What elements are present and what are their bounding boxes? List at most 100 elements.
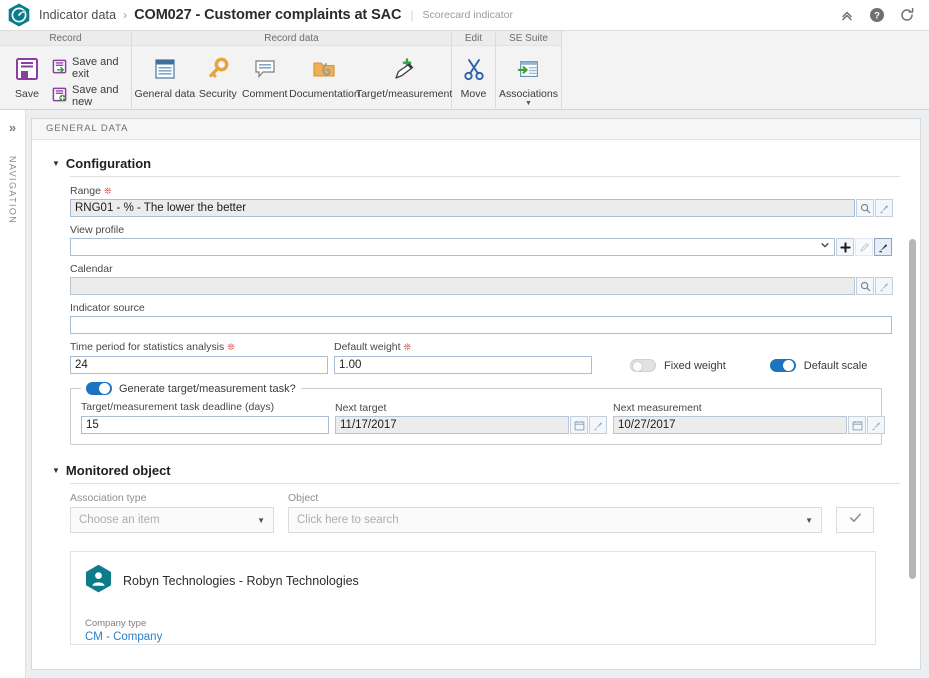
page-subtitle: Scorecard indicator — [422, 9, 513, 21]
save-and-new-label: Save and new — [72, 84, 119, 108]
next-target-input-row — [335, 416, 607, 434]
associations-window-icon — [516, 52, 542, 86]
fixed-weight-toggle[interactable] — [630, 359, 656, 372]
next-measurement-clear-button[interactable] — [867, 416, 885, 434]
indicator-source-label-row: Indicator source — [70, 302, 900, 314]
generate-task-label: Generate target/measurement task? — [119, 382, 296, 395]
calendar-label-row: Calendar — [70, 263, 900, 275]
range-search-button[interactable] — [856, 199, 874, 217]
section-collapse-caret-icon[interactable]: ▼ — [52, 159, 60, 169]
time-period-field-group: Time period for statistics analysis ❊ — [70, 341, 328, 374]
collapse-ribbon-icon[interactable] — [839, 7, 855, 23]
configuration-fields: Range ❊ V — [52, 185, 900, 445]
view-profile-add-button[interactable] — [836, 238, 854, 256]
check-icon — [848, 510, 863, 530]
calendar-search-button[interactable] — [856, 277, 874, 295]
confirm-association-button[interactable] — [836, 507, 874, 533]
next-target-input[interactable] — [335, 416, 569, 434]
fixed-weight-toggle-row: Fixed weight — [630, 359, 726, 372]
associations-button[interactable]: Associations ▼ — [497, 50, 561, 107]
panel-tab-bar: GENERAL DATA — [32, 119, 920, 140]
next-target-label-row: Next target — [335, 402, 607, 414]
view-profile-input-row — [70, 238, 900, 256]
fixed-weight-toggle-knob — [632, 361, 643, 372]
next-target-calendar-button[interactable] — [570, 416, 588, 434]
top-header-bar: Indicator data › COM027 - Customer compl… — [0, 0, 929, 31]
object-label: Object — [288, 492, 319, 504]
refresh-icon[interactable] — [899, 7, 915, 23]
calendar-input[interactable] — [70, 277, 855, 295]
default-scale-toggle-row: Default scale — [769, 359, 867, 372]
general-data-button[interactable]: General data — [134, 50, 196, 100]
indicator-source-input[interactable] — [70, 316, 892, 334]
next-measurement-calendar-button[interactable] — [848, 416, 866, 434]
target-measurement-label: Target/measurement — [355, 88, 453, 100]
chevron-down-icon[interactable]: ▼ — [805, 516, 813, 525]
chevron-down-icon[interactable] — [820, 239, 830, 255]
object-placeholder: Click here to search — [297, 514, 399, 526]
task-deadline-label-row: Target/measurement task deadline (days) — [81, 401, 329, 413]
default-weight-input[interactable] — [334, 356, 592, 374]
tab-general-data[interactable]: GENERAL DATA — [32, 119, 142, 139]
svg-text:?: ? — [874, 11, 880, 22]
target-measurement-button[interactable]: Target/measurement — [355, 50, 453, 100]
default-weight-required-icon: ❊ — [403, 341, 412, 352]
company-type-value-link[interactable]: CM - Company — [85, 631, 861, 643]
next-target-clear-button[interactable] — [589, 416, 607, 434]
comment-button[interactable]: Comment — [240, 50, 290, 100]
generate-task-toggle[interactable] — [86, 382, 112, 395]
view-profile-input[interactable] — [70, 238, 835, 256]
general-data-icon — [151, 52, 179, 86]
generate-task-box: Generate target/measurement task? Target… — [70, 382, 885, 445]
monitored-object-fields: Association type Choose an item ▼ Object… — [52, 492, 900, 645]
default-scale-toggle[interactable] — [769, 359, 796, 372]
time-period-input[interactable] — [70, 356, 328, 374]
help-icon[interactable]: ? — [869, 7, 885, 23]
documentation-button[interactable]: Documentation — [289, 50, 360, 100]
monitored-object-card: Robyn Technologies - Robyn Technologies … — [70, 551, 876, 645]
security-button[interactable]: Security — [196, 50, 240, 100]
object-search-select[interactable]: Click here to search ▼ — [288, 507, 822, 533]
save-and-exit-button[interactable]: Save and exit — [48, 54, 125, 82]
save-and-exit-label: Save and exit — [72, 56, 119, 80]
range-clear-button[interactable] — [875, 199, 893, 217]
ribbon-group-edit-title: Edit — [452, 31, 495, 46]
task-deadline-label: Target/measurement task deadline (days) — [81, 401, 275, 413]
breadcrumb-separator-icon: › — [123, 8, 128, 22]
monitored-object-section-header[interactable]: ▼ Monitored object — [52, 463, 900, 478]
ribbon-toolbar: Record Save Save and exit Save and new R… — [0, 31, 929, 110]
monitored-object-card-head: Robyn Technologies - Robyn Technologies — [85, 564, 861, 598]
association-type-select[interactable]: Choose an item ▼ — [70, 507, 274, 533]
time-period-label: Time period for statistics analysis — [70, 341, 225, 353]
task-deadline-input[interactable] — [81, 416, 329, 434]
task-deadline-field-group: Target/measurement task deadline (days) — [81, 401, 329, 434]
range-label-row: Range ❊ — [70, 185, 900, 197]
chevron-down-icon[interactable]: ▼ — [525, 100, 532, 107]
ribbon-group-record-data: Record data General data Security Commen… — [132, 31, 452, 110]
breadcrumb-root[interactable]: Indicator data — [39, 8, 116, 22]
range-required-icon: ❊ — [103, 185, 112, 196]
default-weight-field-group: Default weight ❊ — [334, 341, 592, 374]
calendar-clear-button[interactable] — [875, 277, 893, 295]
scissors-icon — [461, 52, 487, 86]
vertical-scrollbar-thumb[interactable] — [909, 239, 916, 579]
pen-plus-icon — [390, 52, 418, 86]
configuration-section-header[interactable]: ▼ Configuration — [52, 156, 900, 171]
gauge-hexagon-logo[interactable] — [8, 3, 30, 27]
save-and-exit-icon — [52, 59, 67, 77]
chevron-down-icon[interactable]: ▼ — [257, 516, 265, 525]
company-type-label: Company type — [85, 618, 147, 629]
save-and-new-button[interactable]: Save and new — [48, 82, 125, 110]
default-weight-label-row: Default weight ❊ — [334, 341, 592, 353]
monitored-object-collapse-caret-icon[interactable]: ▼ — [52, 466, 60, 476]
range-field-group: Range ❊ — [70, 185, 900, 217]
content-area: GENERAL DATA ▼ Configuration Range ❊ RNG… — [26, 110, 929, 678]
range-input[interactable] — [70, 199, 855, 217]
view-profile-clear-button[interactable] — [874, 238, 892, 256]
chevron-double-right-icon[interactable]: » — [0, 120, 25, 135]
folder-attachment-icon — [310, 52, 338, 86]
move-button[interactable]: Move — [453, 50, 495, 100]
next-measurement-input[interactable] — [613, 416, 847, 434]
ribbon-group-record-title: Record — [0, 31, 131, 46]
save-button[interactable]: Save — [6, 50, 48, 100]
